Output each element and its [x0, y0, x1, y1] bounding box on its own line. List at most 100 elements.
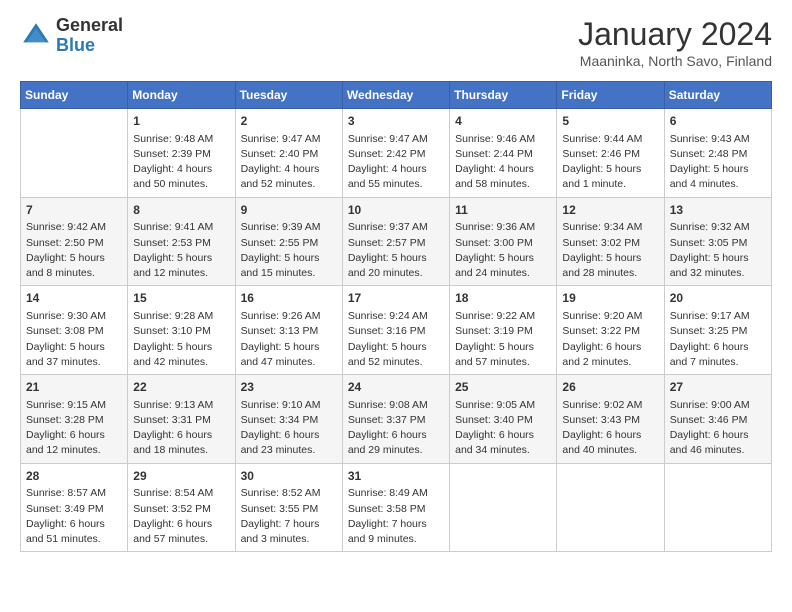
day-info: Sunrise: 9:32 AMSunset: 3:05 PMDaylight:…: [670, 220, 766, 281]
day-number: 6: [670, 113, 766, 130]
day-info: Sunrise: 9:00 AMSunset: 3:46 PMDaylight:…: [670, 398, 766, 459]
calendar-cell: 22Sunrise: 9:13 AMSunset: 3:31 PMDayligh…: [128, 375, 235, 464]
calendar-cell: [557, 463, 664, 552]
day-number: 1: [133, 113, 229, 130]
day-number: 8: [133, 202, 229, 219]
logo-general: General: [56, 16, 123, 36]
day-info: Sunrise: 8:57 AMSunset: 3:49 PMDaylight:…: [26, 486, 122, 547]
day-number: 25: [455, 379, 551, 396]
header-cell-monday: Monday: [128, 82, 235, 109]
calendar-cell: [450, 463, 557, 552]
calendar-cell: 9Sunrise: 9:39 AMSunset: 2:55 PMDaylight…: [235, 197, 342, 286]
title-area: January 2024 Maaninka, North Savo, Finla…: [578, 16, 772, 69]
calendar-cell: 2 Sunrise: 9:47 AMSunset: 2:40 PMDaylight…: [235, 109, 342, 198]
day-info: Sunrise: 9:24 AMSunset: 3:16 PMDaylight:…: [348, 309, 444, 370]
day-info: Sunrise: 9:15 AMSunset: 3:28 PMDaylight:…: [26, 398, 122, 459]
day-info: Sunrise: 9:37 AMSunset: 2:57 PMDaylight:…: [348, 220, 444, 281]
day-number: 27: [670, 379, 766, 396]
day-info: Sunrise: 9:26 AMSunset: 3:13 PMDaylight:…: [241, 309, 337, 370]
day-info: Sunrise: 9:20 AMSunset: 3:22 PMDaylight:…: [562, 309, 658, 370]
calendar-cell: 7Sunrise: 9:42 AMSunset: 2:50 PMDaylight…: [21, 197, 128, 286]
calendar-cell: 13Sunrise: 9:32 AMSunset: 3:05 PMDayligh…: [664, 197, 771, 286]
calendar-cell: 23 Sunrise: 9:10 AMSunset: 3:34 PMDayligh…: [235, 375, 342, 464]
logo-text: General Blue: [56, 16, 123, 56]
day-info: Sunrise: 8:54 AMSunset: 3:52 PMDaylight:…: [133, 486, 229, 547]
day-number: 3: [348, 113, 444, 130]
day-info: Sunrise: 9:13 AMSunset: 3:31 PMDaylight:…: [133, 398, 229, 459]
day-number: 29: [133, 468, 229, 485]
day-number: 19: [562, 290, 658, 307]
calendar-row: 7Sunrise: 9:42 AMSunset: 2:50 PMDaylight…: [21, 197, 772, 286]
logo-icon: [20, 20, 52, 52]
calendar-cell: 31Sunrise: 8:49 AMSunset: 3:58 PMDayligh…: [342, 463, 449, 552]
day-info: Sunrise: 9:42 AMSunset: 2:50 PMDaylight:…: [26, 220, 122, 281]
calendar-cell: 14 Sunrise: 9:30 AMSunset: 3:08 PMDayligh…: [21, 286, 128, 375]
calendar-row: 21 Sunrise: 9:15 AMSunset: 3:28 PMDayligh…: [21, 375, 772, 464]
day-number: 28: [26, 468, 122, 485]
day-info: Sunrise: 9:28 AMSunset: 3:10 PMDaylight:…: [133, 309, 229, 370]
calendar-body: 1 Sunrise: 9:48 AMSunset: 2:39 PMDaylight…: [21, 109, 772, 552]
calendar-cell: 15Sunrise: 9:28 AMSunset: 3:10 PMDayligh…: [128, 286, 235, 375]
day-info: Sunrise: 9:47 AMSunset: 2:40 PMDaylight:…: [241, 132, 337, 193]
calendar-cell: 17 Sunrise: 9:24 AMSunset: 3:16 PMDayligh…: [342, 286, 449, 375]
day-number: 2: [241, 113, 337, 130]
day-number: 30: [241, 468, 337, 485]
day-info: Sunrise: 9:47 AMSunset: 2:42 PMDaylight:…: [348, 132, 444, 193]
calendar-cell: 5 Sunrise: 9:44 AMSunset: 2:46 PMDaylight…: [557, 109, 664, 198]
day-number: 5: [562, 113, 658, 130]
calendar-table: SundayMondayTuesdayWednesdayThursdayFrid…: [20, 81, 772, 552]
day-info: Sunrise: 9:30 AMSunset: 3:08 PMDaylight:…: [26, 309, 122, 370]
day-number: 14: [26, 290, 122, 307]
calendar-cell: 26Sunrise: 9:02 AMSunset: 3:43 PMDayligh…: [557, 375, 664, 464]
calendar-row: 1 Sunrise: 9:48 AMSunset: 2:39 PMDaylight…: [21, 109, 772, 198]
day-number: 31: [348, 468, 444, 485]
calendar-cell: 8Sunrise: 9:41 AMSunset: 2:53 PMDaylight…: [128, 197, 235, 286]
calendar-cell: 10Sunrise: 9:37 AMSunset: 2:57 PMDayligh…: [342, 197, 449, 286]
day-number: 7: [26, 202, 122, 219]
header-cell-tuesday: Tuesday: [235, 82, 342, 109]
subtitle: Maaninka, North Savo, Finland: [578, 53, 772, 69]
calendar-cell: 12Sunrise: 9:34 AMSunset: 3:02 PMDayligh…: [557, 197, 664, 286]
logo: General Blue: [20, 16, 123, 56]
header-cell-sunday: Sunday: [21, 82, 128, 109]
calendar-header: SundayMondayTuesdayWednesdayThursdayFrid…: [21, 82, 772, 109]
day-number: 4: [455, 113, 551, 130]
calendar-cell: 24 Sunrise: 9:08 AMSunset: 3:37 PMDayligh…: [342, 375, 449, 464]
day-info: Sunrise: 9:44 AMSunset: 2:46 PMDaylight:…: [562, 132, 658, 193]
header-cell-saturday: Saturday: [664, 82, 771, 109]
day-info: Sunrise: 9:46 AMSunset: 2:44 PMDaylight:…: [455, 132, 551, 193]
calendar-cell: 28Sunrise: 8:57 AMSunset: 3:49 PMDayligh…: [21, 463, 128, 552]
day-info: Sunrise: 9:10 AMSunset: 3:34 PMDaylight:…: [241, 398, 337, 459]
day-info: Sunrise: 9:22 AMSunset: 3:19 PMDaylight:…: [455, 309, 551, 370]
day-info: Sunrise: 9:08 AMSunset: 3:37 PMDaylight:…: [348, 398, 444, 459]
calendar-cell: [664, 463, 771, 552]
day-info: Sunrise: 9:48 AMSunset: 2:39 PMDaylight:…: [133, 132, 229, 193]
calendar-cell: 20 Sunrise: 9:17 AMSunset: 3:25 PMDayligh…: [664, 286, 771, 375]
day-info: Sunrise: 8:52 AMSunset: 3:55 PMDaylight:…: [241, 486, 337, 547]
day-number: 9: [241, 202, 337, 219]
day-number: 17: [348, 290, 444, 307]
calendar-cell: 30Sunrise: 8:52 AMSunset: 3:55 PMDayligh…: [235, 463, 342, 552]
calendar-cell: 16Sunrise: 9:26 AMSunset: 3:13 PMDayligh…: [235, 286, 342, 375]
day-number: 24: [348, 379, 444, 396]
calendar-cell: 11Sunrise: 9:36 AMSunset: 3:00 PMDayligh…: [450, 197, 557, 286]
day-info: Sunrise: 9:36 AMSunset: 3:00 PMDaylight:…: [455, 220, 551, 281]
calendar-cell: 18Sunrise: 9:22 AMSunset: 3:19 PMDayligh…: [450, 286, 557, 375]
calendar-cell: 6Sunrise: 9:43 AMSunset: 2:48 PMDaylight…: [664, 109, 771, 198]
calendar-cell: [21, 109, 128, 198]
header-cell-thursday: Thursday: [450, 82, 557, 109]
day-number: 20: [670, 290, 766, 307]
calendar-cell: 29Sunrise: 8:54 AMSunset: 3:52 PMDayligh…: [128, 463, 235, 552]
calendar-cell: 21 Sunrise: 9:15 AMSunset: 3:28 PMDayligh…: [21, 375, 128, 464]
day-number: 11: [455, 202, 551, 219]
day-number: 21: [26, 379, 122, 396]
month-title: January 2024: [578, 16, 772, 53]
header-cell-friday: Friday: [557, 82, 664, 109]
day-number: 23: [241, 379, 337, 396]
day-info: Sunrise: 9:05 AMSunset: 3:40 PMDaylight:…: [455, 398, 551, 459]
day-info: Sunrise: 9:17 AMSunset: 3:25 PMDaylight:…: [670, 309, 766, 370]
day-number: 26: [562, 379, 658, 396]
day-number: 13: [670, 202, 766, 219]
day-info: Sunrise: 9:39 AMSunset: 2:55 PMDaylight:…: [241, 220, 337, 281]
calendar-row: 28Sunrise: 8:57 AMSunset: 3:49 PMDayligh…: [21, 463, 772, 552]
